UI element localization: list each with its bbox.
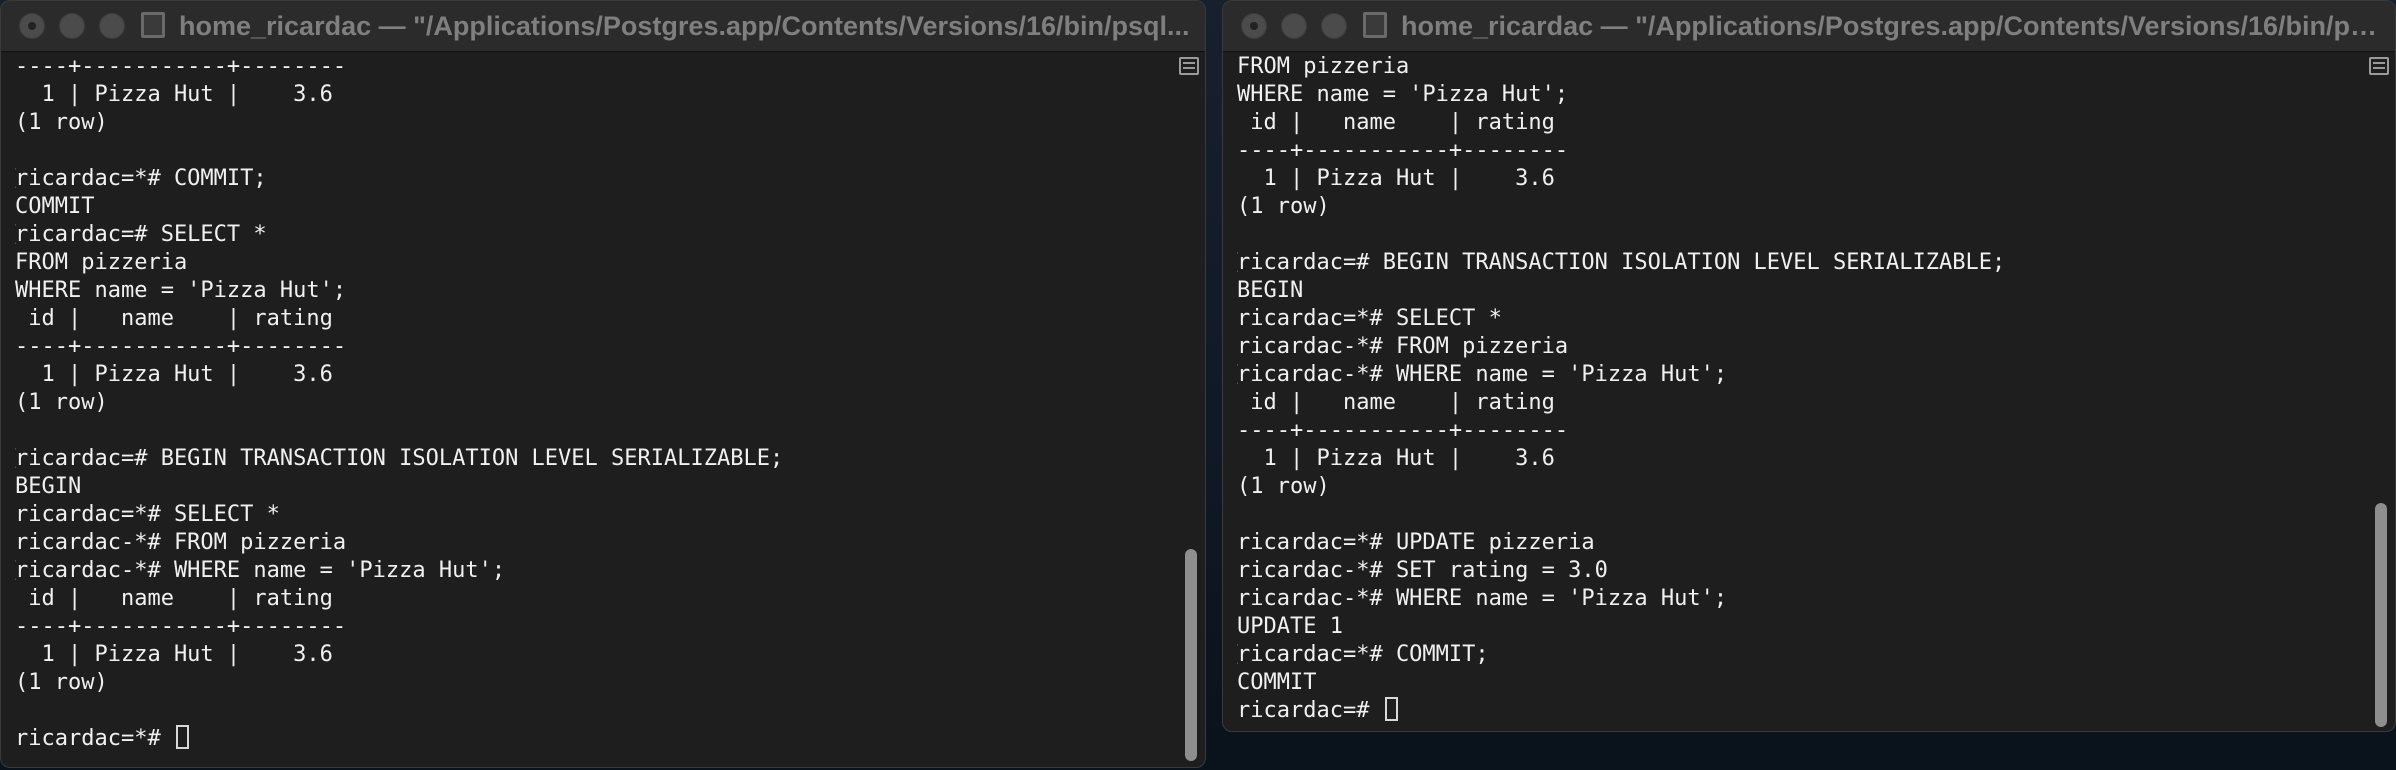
command-mark-bracket: [ xyxy=(15,165,19,193)
terminal-line: ----+-----------+-------- xyxy=(15,614,347,639)
terminal-line: 1 | Pizza Hut | 3.6 xyxy=(15,82,333,107)
scrollbar-thumb[interactable] xyxy=(1185,549,1197,761)
terminal-output[interactable]: FROM pizzeria WHERE name = 'Pizza Hut'; … xyxy=(1237,53,2361,731)
terminal-line: (1 row) xyxy=(15,390,108,415)
scrollbar-thumb[interactable] xyxy=(2375,503,2387,727)
terminal-line: id | name | rating xyxy=(15,586,333,611)
terminal-line: (1 row) xyxy=(1237,474,1330,499)
terminal-line: FROM pizzeria xyxy=(15,250,188,275)
command-mark-bracket: [ xyxy=(15,557,19,585)
terminal-line: WHERE name = 'Pizza Hut'; xyxy=(15,278,347,303)
terminal-line: ricardac-*# SET rating = 3.0 xyxy=(1237,558,1608,583)
command-mark-bracket: [ xyxy=(1237,249,1241,277)
text-cursor xyxy=(175,725,189,749)
terminal-line: ricardac=# SELECT * xyxy=(15,222,267,247)
scroll-marks-icon[interactable] xyxy=(2369,57,2389,75)
terminal-prompt-line[interactable]: ricardac=*# xyxy=(15,725,189,753)
terminal-window-left[interactable]: home_ricardac — "/Applications/Postgres.… xyxy=(0,0,1206,768)
prompt-text: ricardac=# xyxy=(1237,698,1383,723)
terminal-line: 1 | Pizza Hut | 3.6 xyxy=(1237,446,1555,471)
terminal-line: FROM pizzeria xyxy=(1237,54,1410,79)
terminal-line: ricardac=*# COMMIT; xyxy=(15,166,267,191)
terminal-line: BEGIN xyxy=(15,474,82,499)
terminal-line: ricardac=# BEGIN TRANSACTION ISOLATION L… xyxy=(15,446,784,471)
terminal-line: ricardac-*# WHERE name = 'Pizza Hut'; xyxy=(1237,362,1728,387)
terminal-line: COMMIT xyxy=(1237,670,1317,695)
command-mark-bracket: [ xyxy=(1237,361,1241,389)
terminal-prompt-line[interactable]: ricardac=# xyxy=(1237,697,1398,725)
folder-icon xyxy=(1363,12,1387,38)
terminal-line: ricardac-*# FROM pizzeria xyxy=(15,530,347,555)
terminal-line: id | name | rating xyxy=(1237,390,1555,415)
terminal-line: id | name | rating xyxy=(15,306,333,331)
terminal-line: ricardac-*# WHERE name = 'Pizza Hut'; xyxy=(15,558,506,583)
window-titlebar[interactable]: home_ricardac — "/Applications/Postgres.… xyxy=(1,1,1205,52)
terminal-line: ----+-----------+-------- xyxy=(15,334,347,359)
terminal-line: (1 row) xyxy=(15,670,108,695)
minimize-button[interactable] xyxy=(1281,13,1307,39)
terminal-line: ricardac-*# FROM pizzeria xyxy=(1237,334,1569,359)
terminal-line: UPDATE 1 xyxy=(1237,614,1343,639)
terminal-line: BEGIN xyxy=(1237,278,1304,303)
minimize-button[interactable] xyxy=(59,13,85,39)
terminal-line: ricardac=*# SELECT * xyxy=(1237,306,1502,331)
terminal-line: WHERE name = 'Pizza Hut'; xyxy=(1237,82,1569,107)
close-button[interactable] xyxy=(1241,13,1267,39)
terminal-line: ricardac=*# UPDATE pizzeria xyxy=(1237,530,1595,555)
zoom-button[interactable] xyxy=(99,13,125,39)
window-title: home_ricardac — "/Applications/Postgres.… xyxy=(1401,11,2383,41)
folder-icon xyxy=(141,12,165,38)
prompt-text: ricardac=*# xyxy=(15,726,174,751)
terminal-line: (1 row) xyxy=(15,110,108,135)
text-cursor xyxy=(1384,697,1398,721)
terminal-line: ricardac=*# COMMIT; xyxy=(1237,642,1489,667)
window-title: home_ricardac — "/Applications/Postgres.… xyxy=(179,11,1190,41)
scroll-marks-icon[interactable] xyxy=(1179,57,1199,75)
terminal-window-right[interactable]: home_ricardac — "/Applications/Postgres.… xyxy=(1222,0,2396,732)
terminal-output[interactable]: ----+-----------+-------- 1 | Pizza Hut … xyxy=(15,53,1171,767)
command-mark-bracket: [ xyxy=(15,445,19,473)
zoom-button[interactable] xyxy=(1321,13,1347,39)
terminal-line: (1 row) xyxy=(1237,194,1330,219)
terminal-line: ricardac=*# SELECT * xyxy=(15,502,280,527)
terminal-line: 1 | Pizza Hut | 3.6 xyxy=(15,642,333,667)
terminal-line: id | name | rating xyxy=(1237,110,1555,135)
command-mark-bracket: [ xyxy=(1237,641,1241,669)
close-button[interactable] xyxy=(19,13,45,39)
terminal-line: ricardac=# BEGIN TRANSACTION ISOLATION L… xyxy=(1237,250,2006,275)
window-titlebar[interactable]: home_ricardac — "/Applications/Postgres.… xyxy=(1223,1,2395,52)
terminal-line: ricardac-*# WHERE name = 'Pizza Hut'; xyxy=(1237,586,1728,611)
terminal-line: 1 | Pizza Hut | 3.6 xyxy=(1237,166,1555,191)
terminal-line: COMMIT xyxy=(15,194,95,219)
terminal-line: 1 | Pizza Hut | 3.6 xyxy=(15,362,333,387)
terminal-line: ----+-----------+-------- xyxy=(1237,138,1569,163)
terminal-line: ----+-----------+-------- xyxy=(1237,418,1569,443)
terminal-line: ----+-----------+-------- xyxy=(15,54,347,79)
command-mark-bracket: [ xyxy=(15,221,19,249)
